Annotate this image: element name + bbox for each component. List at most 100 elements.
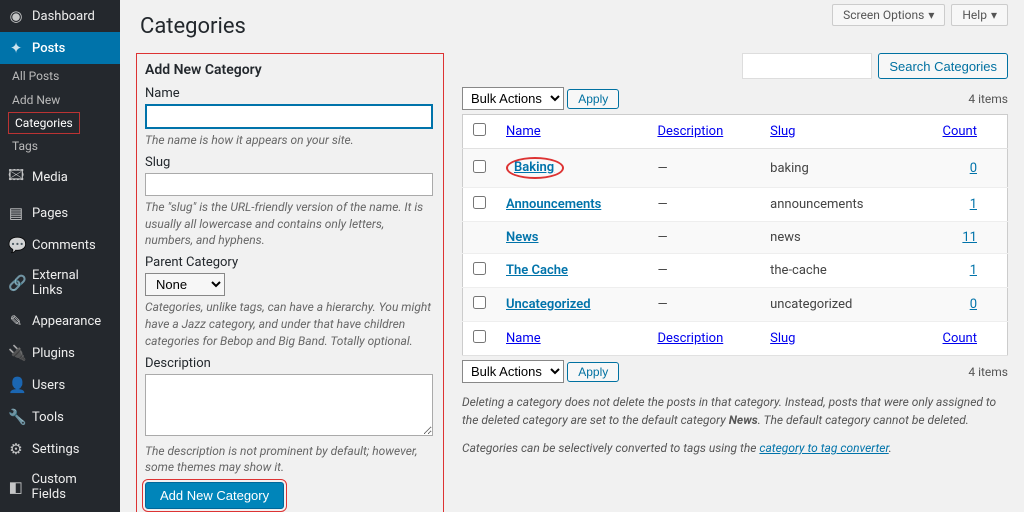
table-row: Announcements —announcements 1 [463,188,1008,222]
sidebar-item-label: External Links [32,268,112,298]
sidebar-item-posts[interactable]: ✦ Posts [0,32,120,64]
chevron-down-icon: ▾ [991,8,997,22]
row-count-link[interactable]: 0 [970,297,977,312]
custom-fields-icon: ◧ [8,478,24,496]
add-category-form: Add New Category Name The name is how it… [136,53,444,512]
sidebar-item-appearance[interactable]: ✎Appearance [0,305,120,337]
row-checkbox[interactable] [473,160,486,173]
col-description-foot[interactable]: Description [657,331,723,346]
items-count-top: 4 items [968,92,1008,106]
settings-icon: ⚙ [8,440,24,458]
sidebar-item-custom-fields[interactable]: ◧Custom Fields [0,465,120,509]
convert-note: Categories can be selectively converted … [462,439,1008,457]
pages-icon: ▤ [8,204,24,222]
col-description[interactable]: Description [657,124,723,139]
bulk-actions-select-top[interactable]: Bulk Actions [462,87,564,110]
sidebar-item-label: Users [32,378,65,393]
apply-button-bottom[interactable]: Apply [567,362,619,382]
slug-input[interactable] [145,173,433,196]
sidebar-item-comments[interactable]: 💬 Comments [0,229,120,261]
sidebar-item-label: Posts [32,41,65,56]
row-slug: the-cache [760,254,909,288]
sidebar-item-settings[interactable]: ⚙ Settings [0,433,120,465]
form-heading: Add New Category [145,62,433,78]
row-count-link[interactable]: 11 [962,230,977,245]
table-row: Uncategorized —uncategorized 0 [463,288,1008,322]
row-description: — [647,188,760,222]
add-category-button[interactable]: Add New Category [145,482,284,509]
table-row: Baking—baking0 [463,149,1008,188]
row-count-link[interactable]: 1 [970,197,977,212]
media-icon: 🖾 [8,165,24,190]
sidebar-item-plugins[interactable]: 🔌 Plugins [0,337,120,369]
items-count-bottom: 4 items [968,365,1008,379]
row-description: — [647,288,760,322]
slug-help: The "slug" is the URL-friendly version o… [145,199,433,249]
parent-label: Parent Category [145,255,433,270]
sidebar-item-label: Dashboard [32,9,95,24]
sidebar-subitem[interactable]: All Posts [0,64,120,88]
categories-list-panel: Search Categories Bulk Actions Apply 4 i… [462,53,1008,512]
sidebar-item-label: Settings [32,442,79,457]
search-categories-button[interactable]: Search Categories [878,53,1008,79]
sidebar-item-label: Media [32,170,68,185]
description-textarea[interactable] [145,374,433,436]
row-checkbox[interactable] [473,196,486,209]
comments-icon: 💬 [8,236,24,254]
row-count-link[interactable]: 1 [970,263,977,278]
category-to-tag-link[interactable]: category to tag converter [759,441,888,455]
apply-button-top[interactable]: Apply [567,89,619,109]
sidebar-item-pages[interactable]: ▤ Pages [0,197,120,229]
category-name-link[interactable]: The Cache [506,263,568,278]
parent-help: Categories, unlike tags, can have a hier… [145,299,433,349]
sidebar-item-media[interactable]: 🖾 Media [0,158,120,197]
screen-options-button[interactable]: Screen Options ▾ [832,4,945,26]
category-name-link[interactable]: News [506,230,538,245]
col-slug[interactable]: Slug [770,124,795,139]
sidebar-subitem[interactable]: Add New [0,88,120,112]
search-input[interactable] [742,53,872,79]
sidebar-subitem[interactable]: Tags [0,134,120,158]
sidebar-item-label: Tools [32,410,64,425]
category-name-link[interactable]: Uncategorized [506,297,591,312]
plugins-icon: 🔌 [8,344,24,362]
sidebar-item-dashboard[interactable]: ◉Dashboard [0,0,120,32]
row-description: — [647,222,760,254]
row-slug: uncategorized [760,288,909,322]
slug-label: Slug [145,155,433,170]
name-input[interactable] [145,104,433,129]
col-count[interactable]: Count [943,124,977,139]
table-row: The Cache —the-cache 1 [463,254,1008,288]
select-all-bottom[interactable] [473,330,486,343]
external-links-icon: 🔗 [8,274,24,292]
row-checkbox[interactable] [473,296,486,309]
sidebar-item-label: Plugins [32,346,75,361]
row-checkbox[interactable] [473,262,486,275]
row-slug: baking [760,149,909,188]
select-all-top[interactable] [473,123,486,136]
sidebar-subitem[interactable]: Categories [8,112,80,134]
description-label: Description [145,356,433,371]
row-slug: news [760,222,909,254]
chevron-down-icon: ▾ [928,8,934,22]
category-name-link[interactable]: Announcements [506,197,601,212]
help-button[interactable]: Help ▾ [951,4,1008,26]
sidebar-item-tools[interactable]: 🔧Tools [0,401,120,433]
col-count-foot[interactable]: Count [943,331,977,346]
posts-icon: ✦ [8,39,24,57]
users-icon: 👤 [8,376,24,394]
category-name-link[interactable]: Baking [514,160,554,175]
col-name-foot[interactable]: Name [506,331,541,346]
parent-select[interactable]: None [145,273,225,296]
sidebar-item-users[interactable]: 👤 Users [0,369,120,401]
bulk-actions-select-bottom[interactable]: Bulk Actions [462,360,564,383]
row-count-link[interactable]: 0 [970,161,977,176]
sidebar-item-label: Comments [32,238,96,253]
row-slug: announcements [760,188,909,222]
sidebar-item-label: Pages [32,206,68,221]
name-help: The name is how it appears on your site. [145,132,433,149]
col-slug-foot[interactable]: Slug [770,331,795,346]
col-name[interactable]: Name [506,124,541,139]
sidebar-item-external-links[interactable]: 🔗 External Links [0,261,120,305]
row-description: — [647,254,760,288]
